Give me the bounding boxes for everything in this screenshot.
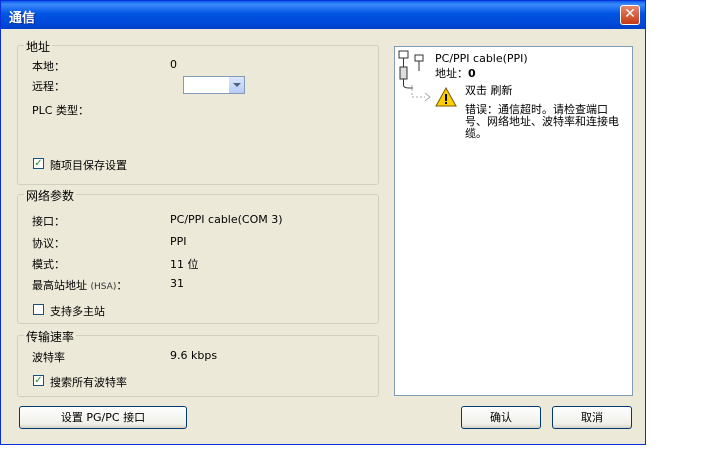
plc-type-label: PLC 类型： — [32, 104, 89, 117]
hsa-abbrev: (HSA) — [90, 282, 117, 292]
tree-address-label: 地址： — [435, 67, 468, 80]
baud-rate-group: 传输速率 波特率 9.6 kbps ✓ 搜索所有波特率 — [17, 328, 379, 397]
hsa-colon: ： — [116, 279, 128, 292]
save-with-project-checkbox[interactable]: ✓ — [33, 158, 44, 169]
multi-master-checkbox[interactable] — [33, 304, 44, 315]
close-button[interactable]: ✕ — [620, 5, 640, 25]
warning-icon — [435, 87, 457, 107]
hsa-label: 最高站地址 (HSA)： — [32, 277, 127, 293]
ok-button[interactable]: 确认 — [461, 406, 541, 429]
search-all-baud-label: 搜索所有波特率 — [50, 376, 127, 389]
network-params-group: 网络参数 接口： PC/PPI cable(COM 3) 协议： PPI 模式：… — [17, 187, 379, 324]
mode-label: 模式： — [32, 258, 65, 271]
search-all-baud-checkbox[interactable]: ✓ — [33, 375, 44, 386]
save-with-project-label: 随项目保存设置 — [50, 159, 127, 172]
multi-master-label: 支持多主站 — [50, 305, 105, 318]
hsa-value: 31 — [170, 277, 184, 290]
cancel-button[interactable]: 取消 — [552, 406, 632, 429]
title-bar[interactable]: 通信 ✕ — [1, 1, 645, 29]
cable-icon — [398, 50, 424, 89]
protocol-label: 协议： — [32, 237, 65, 250]
network-tree-panel[interactable]: PC/PPI cable(PPI) 地址：0 双击 刷新 错误：通信超时。请检查… — [394, 46, 633, 396]
local-label: 本地： — [32, 60, 65, 73]
window-title: 通信 — [9, 11, 36, 26]
local-value: 0 — [170, 58, 177, 71]
mode-value: 11 位 — [170, 258, 199, 271]
interface-label: 接口： — [32, 215, 65, 228]
baud-label: 波特率 — [32, 351, 65, 364]
address-group: 地址 本地： 0 远程： PLC 类型： ✓ 随项目保存设置 — [17, 38, 379, 185]
remote-select[interactable] — [183, 76, 245, 94]
refresh-hint[interactable]: 双击 刷新 — [465, 82, 513, 98]
cable-name: PC/PPI cable(PPI) — [435, 52, 528, 65]
set-pgpc-interface-button[interactable]: 设置 PG/PC 接口 — [19, 406, 187, 429]
interface-value: PC/PPI cable(COM 3) — [170, 213, 283, 226]
error-message: 错误：通信超时。请检查端口号、网络地址、波特率和连接电缆。 — [465, 103, 619, 140]
hsa-label-text: 最高站地址 — [32, 279, 87, 292]
network-group-title: 网络参数 — [24, 187, 77, 204]
protocol-value: PPI — [170, 235, 187, 248]
address-group-title: 地址 — [24, 38, 53, 55]
tree-address-value: 0 — [468, 67, 476, 80]
chevron-down-icon[interactable] — [228, 77, 244, 93]
baud-group-title: 传输速率 — [24, 328, 77, 345]
tree-address: 地址：0 — [435, 65, 476, 81]
remote-label: 远程： — [32, 80, 65, 93]
baud-value: 9.6 kbps — [170, 349, 218, 362]
communication-dialog: 通信 ✕ 地址 本地： 0 远程： PLC 类型： ✓ 随项目保存设置 网络参数… — [0, 0, 646, 445]
